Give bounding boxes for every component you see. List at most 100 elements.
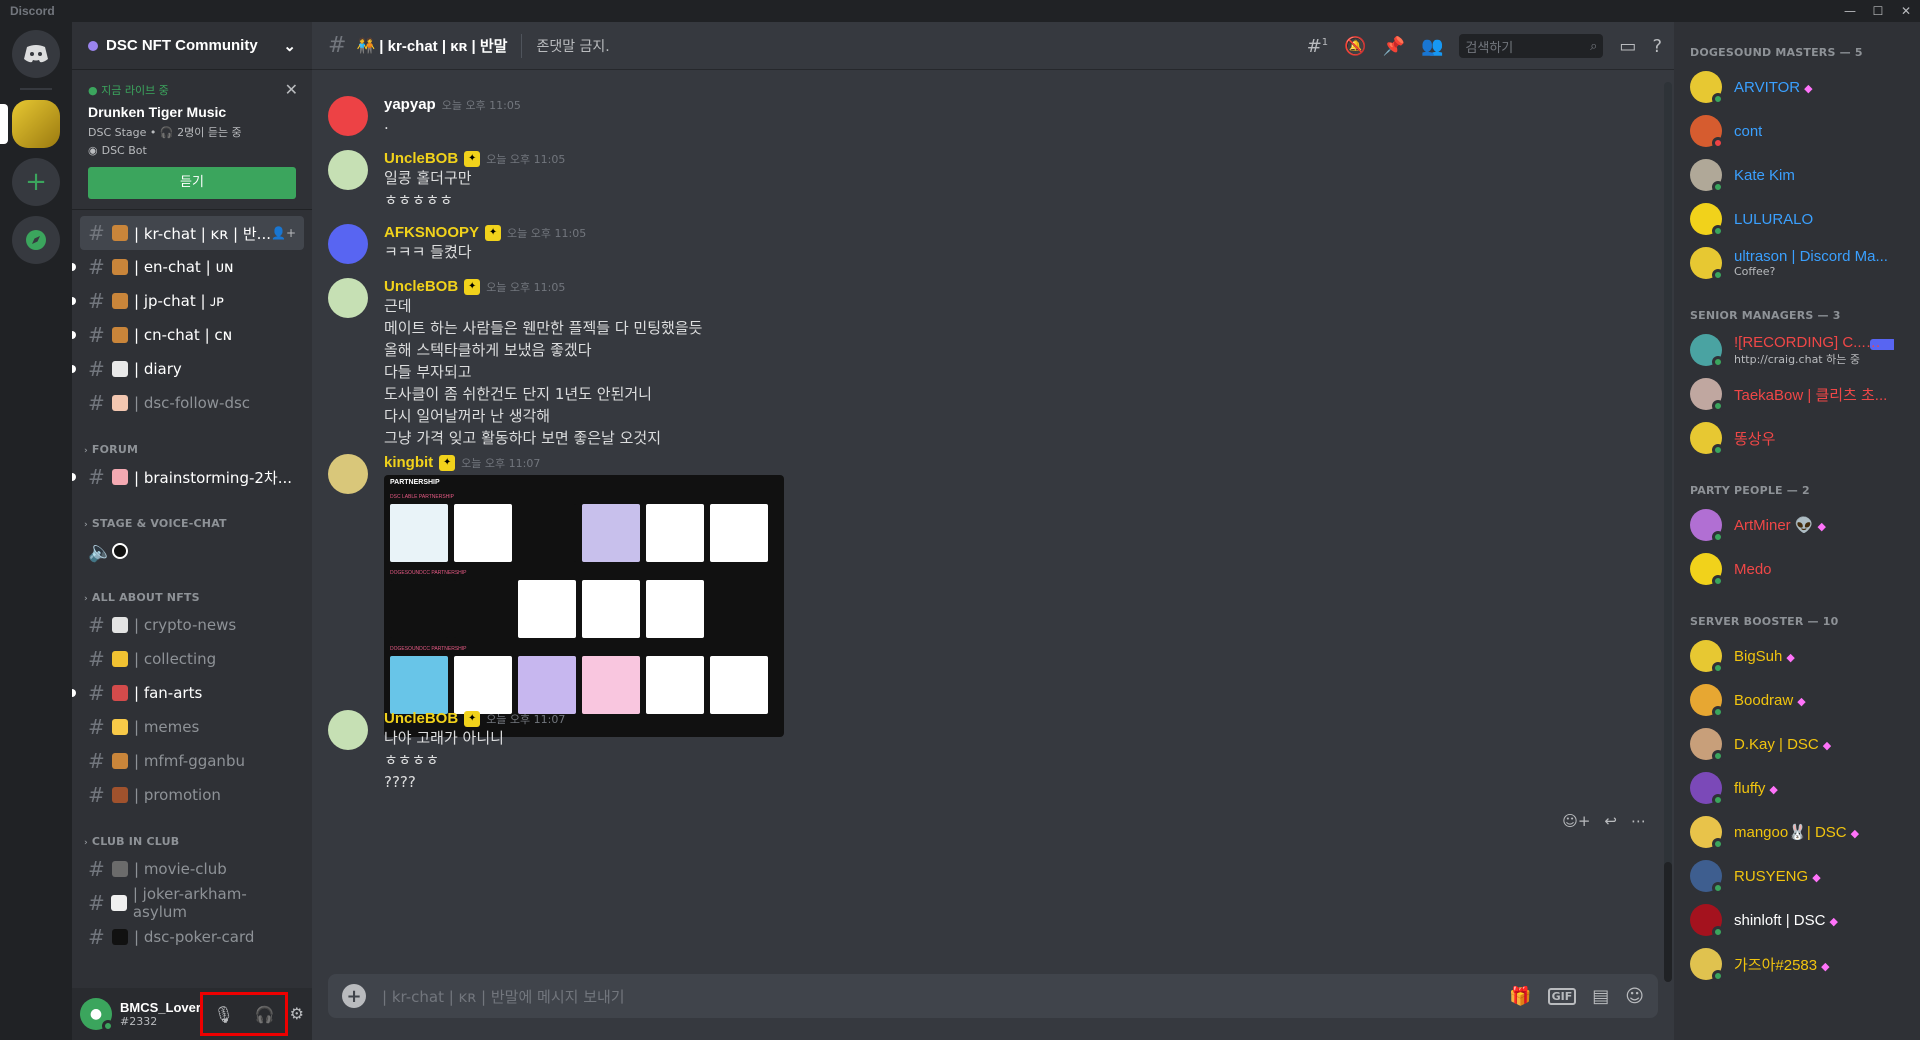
server-icon-dsc[interactable]: [0, 100, 60, 148]
invite-icon[interactable]: 👤+: [271, 226, 296, 240]
maximize-icon[interactable]: ☐: [1864, 0, 1892, 22]
search-input[interactable]: 검색하기 ⌕: [1459, 34, 1604, 58]
message-author[interactable]: UncleBOB: [384, 150, 458, 167]
close-icon[interactable]: ✕: [285, 80, 298, 99]
threads-icon[interactable]: #1: [1307, 36, 1328, 57]
member-item[interactable]: Boodraw ◆: [1682, 678, 1912, 722]
stage-voice-channel[interactable]: 🔈: [80, 534, 304, 568]
member-name: 가즈아#2583 ◆: [1734, 954, 1830, 975]
search-icon: ⌕: [1590, 38, 1598, 54]
channel-item[interactable]: # | joker-arkham-asylum: [80, 885, 304, 921]
server-header[interactable]: DSC NFT Community ⌄: [72, 22, 312, 70]
gift-icon[interactable]: 🎁: [1509, 986, 1531, 1007]
member-item[interactable]: 가즈아#2583 ◆: [1682, 942, 1912, 986]
channel-item[interactable]: # | dsc-poker-card: [80, 920, 304, 954]
gif-icon[interactable]: GIF: [1547, 987, 1577, 1005]
message-author[interactable]: UncleBOB: [384, 278, 458, 295]
notification-mute-icon[interactable]: 🔕: [1344, 36, 1366, 57]
channel-item[interactable]: # | promotion: [80, 778, 304, 812]
member-item[interactable]: mangoo🐰| DSC ◆: [1682, 810, 1912, 854]
upload-plus-icon[interactable]: +: [342, 984, 366, 1008]
message-timestamp: 오늘 오후 11:07: [461, 456, 541, 470]
avatar[interactable]: ●: [80, 998, 114, 1032]
channel-item[interactable]: # | dsc-follow-dsc: [80, 386, 304, 420]
explore-servers-button[interactable]: [12, 216, 60, 264]
member-item[interactable]: D.Kay | DSC ◆: [1682, 722, 1912, 766]
scrollbar-thumb[interactable]: [1664, 862, 1672, 982]
member-item[interactable]: ![RECORDING] C... ✓ 봇 http://craig.chat 하는…: [1682, 328, 1912, 372]
channel-category[interactable]: › STAGE & VOICE-CHAT: [80, 506, 304, 534]
sticker-icon[interactable]: ▤: [1592, 986, 1609, 1007]
message-author[interactable]: AFKSNOOPY: [384, 224, 479, 241]
channel-emoji-icon: [112, 719, 128, 735]
help-icon[interactable]: ?: [1652, 36, 1662, 57]
more-icon[interactable]: ⋯: [1631, 812, 1646, 830]
role-badge-icon: ✦: [464, 278, 481, 295]
channel-category[interactable]: › CLUB IN CLUB: [80, 824, 304, 852]
channel-item[interactable]: # | collecting: [80, 642, 304, 676]
boost-icon: ◆: [1829, 915, 1838, 928]
member-item[interactable]: fluffy ◆: [1682, 766, 1912, 810]
hashtag-icon: #: [88, 391, 105, 415]
member-item[interactable]: RUSYENG ◆: [1682, 854, 1912, 898]
avatar[interactable]: [328, 96, 368, 136]
channel-item[interactable]: # | jp-chat | ᴊᴘ: [72, 284, 304, 318]
member-item[interactable]: BigSuh ◆: [1682, 634, 1912, 678]
minimize-icon[interactable]: —: [1836, 0, 1864, 22]
member-list-icon[interactable]: 👥: [1421, 36, 1443, 57]
channel-item[interactable]: # | brainstorming-2차...: [72, 460, 304, 494]
scrollbar-track[interactable]: [1664, 82, 1672, 922]
channel-emoji-icon: [112, 395, 128, 411]
channel-item[interactable]: # | diary: [72, 352, 304, 386]
avatar[interactable]: [328, 710, 368, 750]
listen-button[interactable]: 듣기: [88, 167, 296, 199]
message-composer[interactable]: + | kr-chat | ᴋʀ | 반말에 메시지 보내기 🎁 GIF ▤ ☺: [328, 974, 1658, 1018]
message-header: UncleBOB ✦ 오늘 오후 11:05: [384, 278, 1658, 295]
member-item[interactable]: ultrason | Discord Ma... Coffee?: [1682, 241, 1912, 285]
member-item[interactable]: Kate Kim: [1682, 153, 1912, 197]
reply-icon[interactable]: ↩: [1604, 812, 1617, 830]
channel-item[interactable]: # | crypto-news: [80, 608, 304, 642]
channel-item[interactable]: # | fan-arts: [72, 676, 304, 710]
channel-category[interactable]: › FORUM: [80, 432, 304, 460]
channel-item[interactable]: # | kr-chat | ᴋʀ | 반... 👤+: [80, 216, 304, 250]
avatar[interactable]: [328, 278, 368, 318]
avatar[interactable]: [328, 150, 368, 190]
emoji-icon[interactable]: ☺: [1625, 986, 1644, 1007]
status-icon: [1712, 93, 1724, 105]
member-item[interactable]: 똥상우: [1682, 416, 1912, 460]
avatar[interactable]: [328, 454, 368, 494]
home-button[interactable]: [12, 30, 60, 78]
user-info[interactable]: BMCS_Lover #2332: [120, 1000, 201, 1028]
channel-emoji-icon: [111, 895, 127, 911]
channel-item[interactable]: # | mfmf-gganbu: [80, 744, 304, 778]
avatar[interactable]: [328, 224, 368, 264]
message-author[interactable]: yapyap: [384, 96, 436, 113]
channel-item[interactable]: # | cn-chat | ᴄɴ: [72, 318, 304, 352]
channel-item[interactable]: # | memes: [80, 710, 304, 744]
channel-item[interactable]: # | en-chat | ᴜɴ: [72, 250, 304, 284]
member-item[interactable]: TaekaBow | 클리츠 초...: [1682, 372, 1912, 416]
add-server-button[interactable]: +: [12, 158, 60, 206]
message-author[interactable]: UncleBOB: [384, 710, 458, 727]
add-reaction-icon[interactable]: ☺+: [1562, 812, 1590, 830]
inbox-icon[interactable]: ▭: [1619, 36, 1636, 57]
boost-icon: ◆: [1769, 783, 1778, 796]
close-icon[interactable]: ✕: [1892, 0, 1920, 22]
member-item[interactable]: cont: [1682, 109, 1912, 153]
message-author[interactable]: kingbit: [384, 454, 433, 471]
gear-icon[interactable]: ⚙: [290, 1004, 304, 1023]
chevron-icon: ›: [84, 520, 88, 530]
member-item[interactable]: Medo: [1682, 547, 1912, 591]
headphones-icon[interactable]: 🎧: [255, 1005, 275, 1024]
member-item[interactable]: LULURALO: [1682, 197, 1912, 241]
member-item[interactable]: ArtMiner 👽 ◆: [1682, 503, 1912, 547]
channel-item[interactable]: # | movie-club: [80, 852, 304, 886]
member-info: RUSYENG ◆: [1734, 868, 1821, 885]
member-item[interactable]: ARVITOR ◆: [1682, 65, 1912, 109]
microphone-icon[interactable]: 🎙: [213, 1005, 233, 1024]
image-attachment[interactable]: PARTNERSHIP DSC LABLE PARTNERSHIP DOGESOUN…: [384, 475, 784, 737]
channel-category[interactable]: › ALL ABOUT NFTS: [80, 580, 304, 608]
pin-icon[interactable]: 📌: [1383, 36, 1405, 57]
member-item[interactable]: shinloft | DSC ◆: [1682, 898, 1912, 942]
